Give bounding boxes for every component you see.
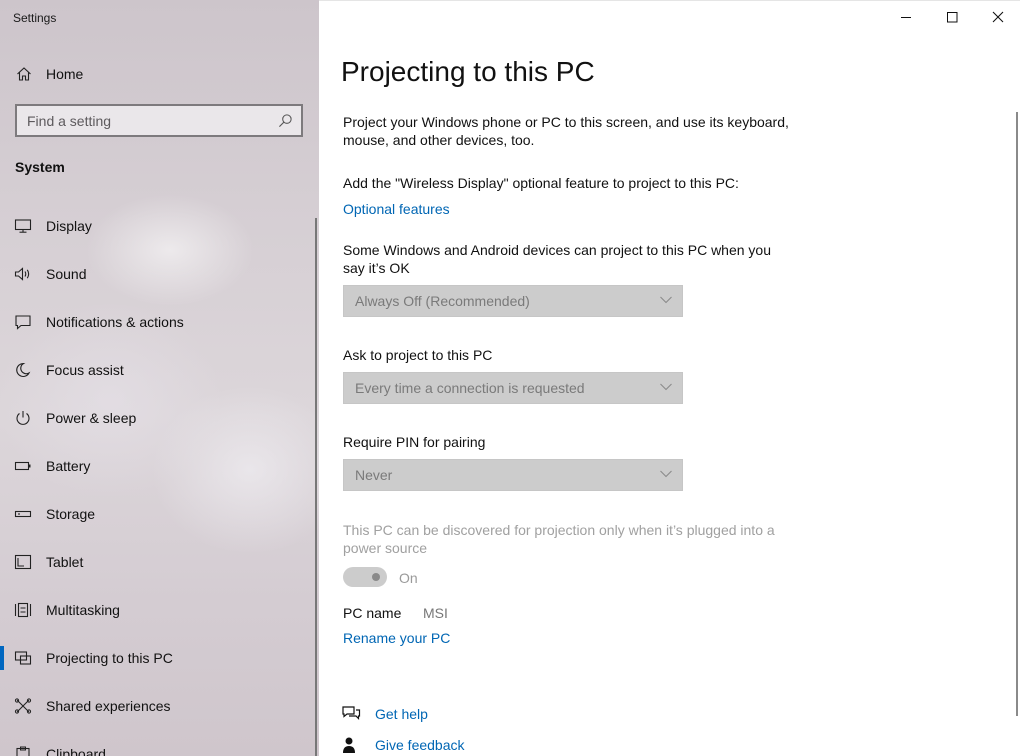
require-pin-label: Require PIN for pairing <box>343 434 486 450</box>
minimize-button[interactable] <box>883 0 929 33</box>
sidebar-item-storage[interactable]: Storage <box>0 494 319 534</box>
toggle-state-label: On <box>399 570 418 586</box>
sidebar-item-label: Projecting to this PC <box>46 650 173 666</box>
section-title: System <box>15 159 65 175</box>
main-scrollbar[interactable] <box>1016 112 1018 716</box>
dropdown-value: Always Off (Recommended) <box>355 293 530 309</box>
close-icon <box>992 11 1004 22</box>
speaker-icon <box>14 267 30 281</box>
sidebar-item-label: Storage <box>46 506 96 522</box>
sidebar-item-shared-experiences[interactable]: Shared experiences <box>0 686 319 726</box>
sidebar-item-power-sleep[interactable]: Power & sleep <box>0 398 319 438</box>
app-title: Settings <box>13 11 57 25</box>
sidebar-item-multitasking[interactable]: Multitasking <box>0 590 319 630</box>
sidebar-item-label: Power & sleep <box>46 410 137 426</box>
sidebar: Settings Home System Display <box>0 0 319 756</box>
sidebar-item-label: Clipboard <box>46 746 106 756</box>
sidebar-item-projecting[interactable]: Projecting to this PC <box>0 638 319 678</box>
ask-to-project-dropdown[interactable]: Every time a connection is requested <box>343 372 683 404</box>
chevron-down-icon <box>660 383 672 391</box>
sidebar-item-sound[interactable]: Sound <box>0 254 319 294</box>
main-content: Projecting to this PC Project your Windo… <box>319 0 1020 756</box>
description-text: Project your Windows phone or PC to this… <box>343 114 789 148</box>
sidebar-item-label: Tablet <box>46 554 84 570</box>
home-icon <box>17 67 31 81</box>
close-button[interactable] <box>975 0 1020 33</box>
plugged-in-toggle[interactable] <box>343 567 387 587</box>
sidebar-item-label: Display <box>46 218 92 234</box>
chevron-down-icon <box>660 470 672 478</box>
sidebar-item-label: Sound <box>46 266 87 282</box>
power-icon <box>16 411 30 425</box>
get-help-icon <box>342 706 361 720</box>
sidebar-item-notifications[interactable]: Notifications & actions <box>0 302 319 342</box>
devices-text: Some Windows and Android devices can pro… <box>343 242 772 276</box>
settings-window: Settings Home System Display <box>0 0 1020 756</box>
plugged-in-text: This PC can be discovered for projection… <box>343 522 775 556</box>
sidebar-item-tablet[interactable]: Tablet <box>0 542 319 582</box>
shared-experiences-icon <box>14 698 32 714</box>
sidebar-item-battery[interactable]: Battery <box>0 446 319 486</box>
optional-features-link[interactable]: Optional features <box>343 201 450 217</box>
require-pin-dropdown[interactable]: Never <box>343 459 683 491</box>
give-feedback-label[interactable]: Give feedback <box>375 737 465 753</box>
dropdown-value: Every time a connection is requested <box>355 380 585 396</box>
rename-pc-link[interactable]: Rename your PC <box>343 630 450 646</box>
sidebar-item-focus-assist[interactable]: Focus assist <box>0 350 319 390</box>
page-title: Projecting to this PC <box>341 56 595 87</box>
home-label: Home <box>46 66 84 82</box>
sidebar-scrollbar[interactable] <box>315 218 317 756</box>
tablet-icon <box>14 554 32 570</box>
battery-icon <box>14 461 31 471</box>
multitasking-icon <box>14 602 32 618</box>
sidebar-item-label: Focus assist <box>46 362 124 378</box>
display-icon <box>14 219 32 233</box>
notification-icon <box>15 315 31 330</box>
get-help-label[interactable]: Get help <box>375 706 428 722</box>
sidebar-item-label: Battery <box>46 458 91 474</box>
storage-icon <box>14 510 32 518</box>
sidebar-item-clipboard[interactable]: Clipboard <box>0 734 319 756</box>
maximize-icon <box>947 11 958 22</box>
search-box[interactable] <box>15 104 303 137</box>
home-nav-item[interactable]: Home <box>0 58 319 90</box>
give-feedback-icon <box>343 737 355 753</box>
ask-to-project-label: Ask to project to this PC <box>343 347 493 363</box>
sidebar-item-display[interactable]: Display <box>0 206 319 246</box>
sidebar-item-label: Multitasking <box>46 602 120 618</box>
chevron-down-icon <box>660 296 672 304</box>
projecting-icon <box>14 651 32 665</box>
moon-icon <box>16 362 31 377</box>
search-input[interactable] <box>17 106 267 135</box>
search-icon[interactable] <box>278 113 293 128</box>
pc-name-label: PC name <box>343 605 402 621</box>
minimize-icon <box>901 16 911 18</box>
dropdown-value: Never <box>355 467 393 483</box>
projection-availability-dropdown[interactable]: Always Off (Recommended) <box>343 285 683 317</box>
maximize-button[interactable] <box>929 0 975 33</box>
sidebar-item-label: Shared experiences <box>46 698 171 714</box>
pc-name-value: MSI <box>423 605 448 621</box>
clipboard-icon <box>16 746 30 756</box>
toggle-knob <box>372 573 380 581</box>
wireless-display-text: Add the "Wireless Display" optional feat… <box>343 175 739 191</box>
sidebar-item-label: Notifications & actions <box>46 314 184 330</box>
